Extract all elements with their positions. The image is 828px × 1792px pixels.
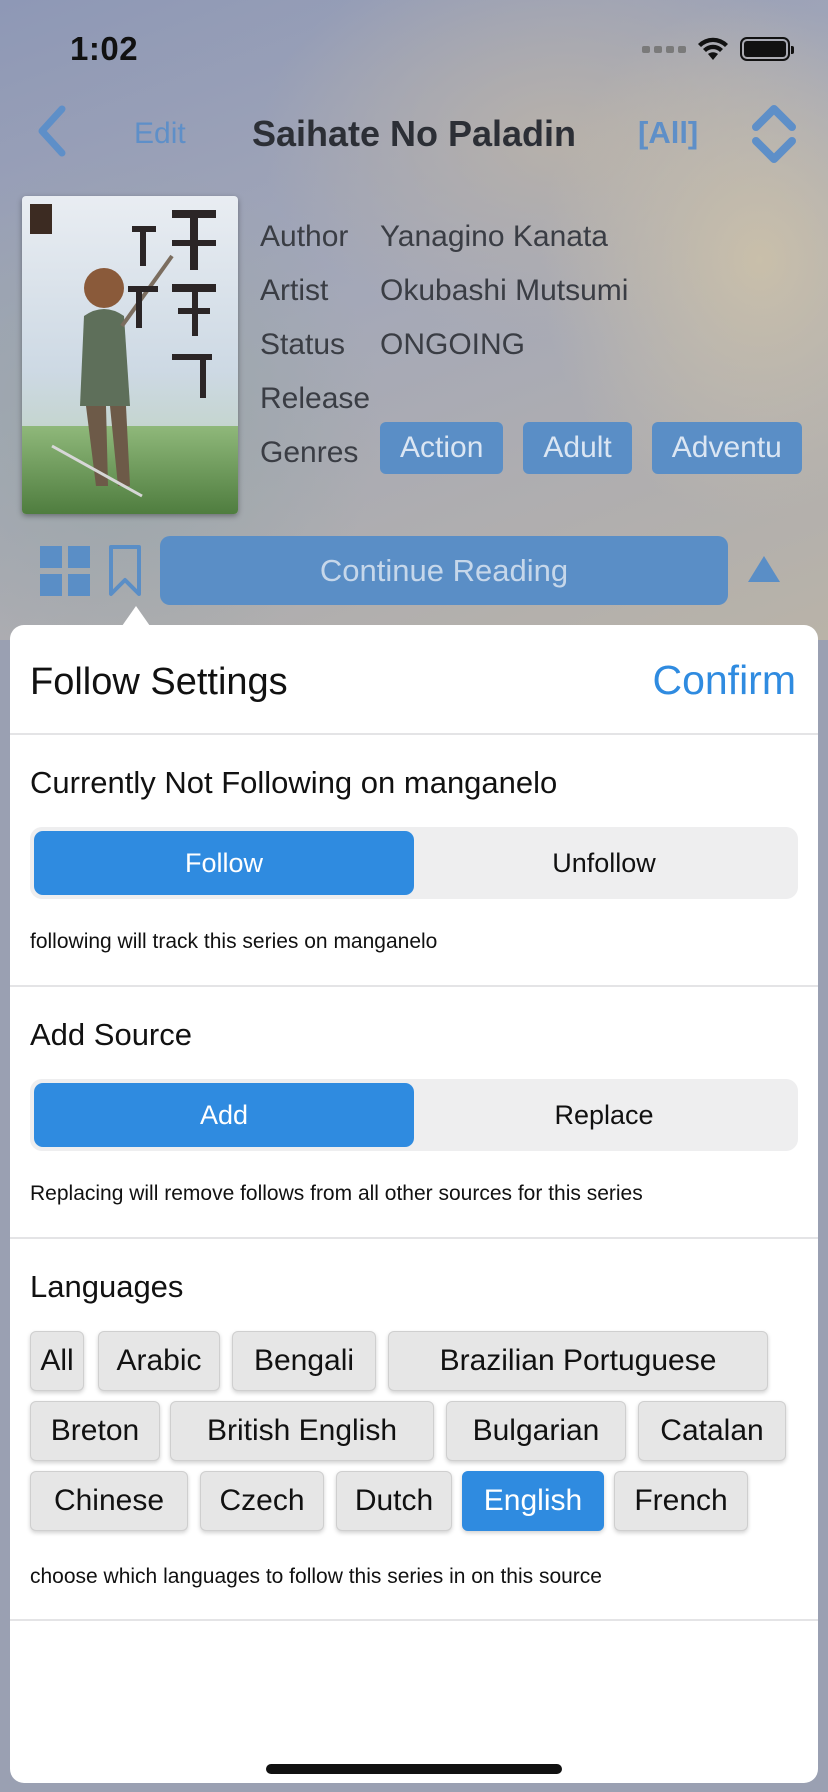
unfollow-option[interactable]: Unfollow bbox=[414, 831, 794, 895]
follow-note: following will track this series on mang… bbox=[30, 930, 438, 953]
all-filter-button[interactable]: [All] bbox=[638, 115, 698, 151]
bookmark-icon[interactable] bbox=[108, 544, 142, 598]
language-chip-arabic[interactable]: Arabic bbox=[98, 1331, 220, 1391]
release-label: Release bbox=[260, 382, 371, 415]
genre-chip[interactable]: Adult bbox=[523, 422, 632, 474]
release-row: Release bbox=[260, 372, 628, 426]
follow-status-title: Currently Not Following on manganelo bbox=[30, 765, 558, 800]
source-segmented-control: Add Replace bbox=[30, 1079, 798, 1151]
language-chip-english[interactable]: English bbox=[462, 1471, 604, 1531]
sheet-title: Follow Settings bbox=[30, 661, 288, 703]
cover-image[interactable] bbox=[22, 196, 238, 514]
replace-option[interactable]: Replace bbox=[414, 1083, 794, 1147]
add-source-title: Add Source bbox=[30, 1017, 192, 1052]
status-indicators bbox=[642, 36, 794, 62]
author-value: Yanagino Kanata bbox=[380, 220, 608, 253]
status-time: 1:02 bbox=[70, 30, 139, 67]
collapse-up-icon[interactable] bbox=[746, 554, 782, 584]
languages-note: choose which languages to follow this se… bbox=[30, 1565, 602, 1588]
page-title: Saihate No Paladin bbox=[251, 113, 577, 154]
sheet-header: Follow Settings Confirm bbox=[10, 625, 818, 735]
source-note: Replacing will remove follows from all o… bbox=[30, 1182, 643, 1205]
status-label: Status bbox=[260, 328, 346, 361]
sort-up-down-icon[interactable] bbox=[748, 101, 800, 167]
status-value: ONGOING bbox=[380, 328, 526, 361]
popover-pointer bbox=[122, 606, 150, 626]
source-section: Add Source Add Replace Replacing will re… bbox=[10, 987, 818, 1239]
follow-segmented-control: Follow Unfollow bbox=[30, 827, 798, 899]
grid-icon[interactable] bbox=[40, 546, 92, 598]
navigation-bar: Edit Saihate No Paladin [All] bbox=[0, 95, 828, 175]
author-row: Author Yanagino Kanata bbox=[260, 210, 628, 264]
follow-option[interactable]: Follow bbox=[34, 831, 414, 895]
follow-section: Currently Not Following on manganelo Fol… bbox=[10, 735, 818, 987]
artist-label: Artist bbox=[260, 274, 329, 307]
language-chip-bulgarian[interactable]: Bulgarian bbox=[446, 1401, 626, 1461]
genre-chip[interactable]: Adventu bbox=[651, 422, 802, 474]
genre-chip[interactable]: Action bbox=[380, 422, 504, 474]
language-chip-chinese[interactable]: Chinese bbox=[30, 1471, 188, 1531]
add-option[interactable]: Add bbox=[34, 1083, 414, 1147]
language-chip-catalan[interactable]: Catalan bbox=[638, 1401, 786, 1461]
battery-icon bbox=[740, 37, 794, 61]
wifi-icon bbox=[698, 37, 728, 60]
cellular-signal-icon bbox=[642, 45, 686, 53]
artist-value: Okubashi Mutsumi bbox=[380, 274, 629, 307]
genre-list: Action Adult Adventu bbox=[380, 422, 810, 474]
artist-row: Artist Okubashi Mutsumi bbox=[260, 264, 628, 318]
follow-settings-sheet: Follow Settings Confirm Currently Not Fo… bbox=[10, 625, 818, 1783]
language-chip-bengali[interactable]: Bengali bbox=[232, 1331, 376, 1391]
languages-section: Languages All Arabic Bengali Brazilian P… bbox=[10, 1239, 818, 1621]
continue-reading-button[interactable]: Continue Reading bbox=[160, 536, 728, 605]
language-chip-all[interactable]: All bbox=[30, 1331, 84, 1391]
language-chip-french[interactable]: French bbox=[614, 1471, 748, 1531]
language-chip-brazilian-portuguese[interactable]: Brazilian Portuguese bbox=[388, 1331, 768, 1391]
status-row: Status ONGOING bbox=[260, 318, 628, 372]
language-chip-dutch[interactable]: Dutch bbox=[336, 1471, 452, 1531]
language-chip-british-english[interactable]: British English bbox=[170, 1401, 434, 1461]
author-label: Author bbox=[260, 220, 349, 253]
home-indicator[interactable] bbox=[266, 1764, 562, 1774]
genres-label: Genres bbox=[260, 436, 359, 469]
confirm-button[interactable]: Confirm bbox=[652, 657, 796, 704]
languages-title: Languages bbox=[30, 1269, 184, 1304]
language-chip-czech[interactable]: Czech bbox=[200, 1471, 324, 1531]
language-chip-breton[interactable]: Breton bbox=[30, 1401, 160, 1461]
